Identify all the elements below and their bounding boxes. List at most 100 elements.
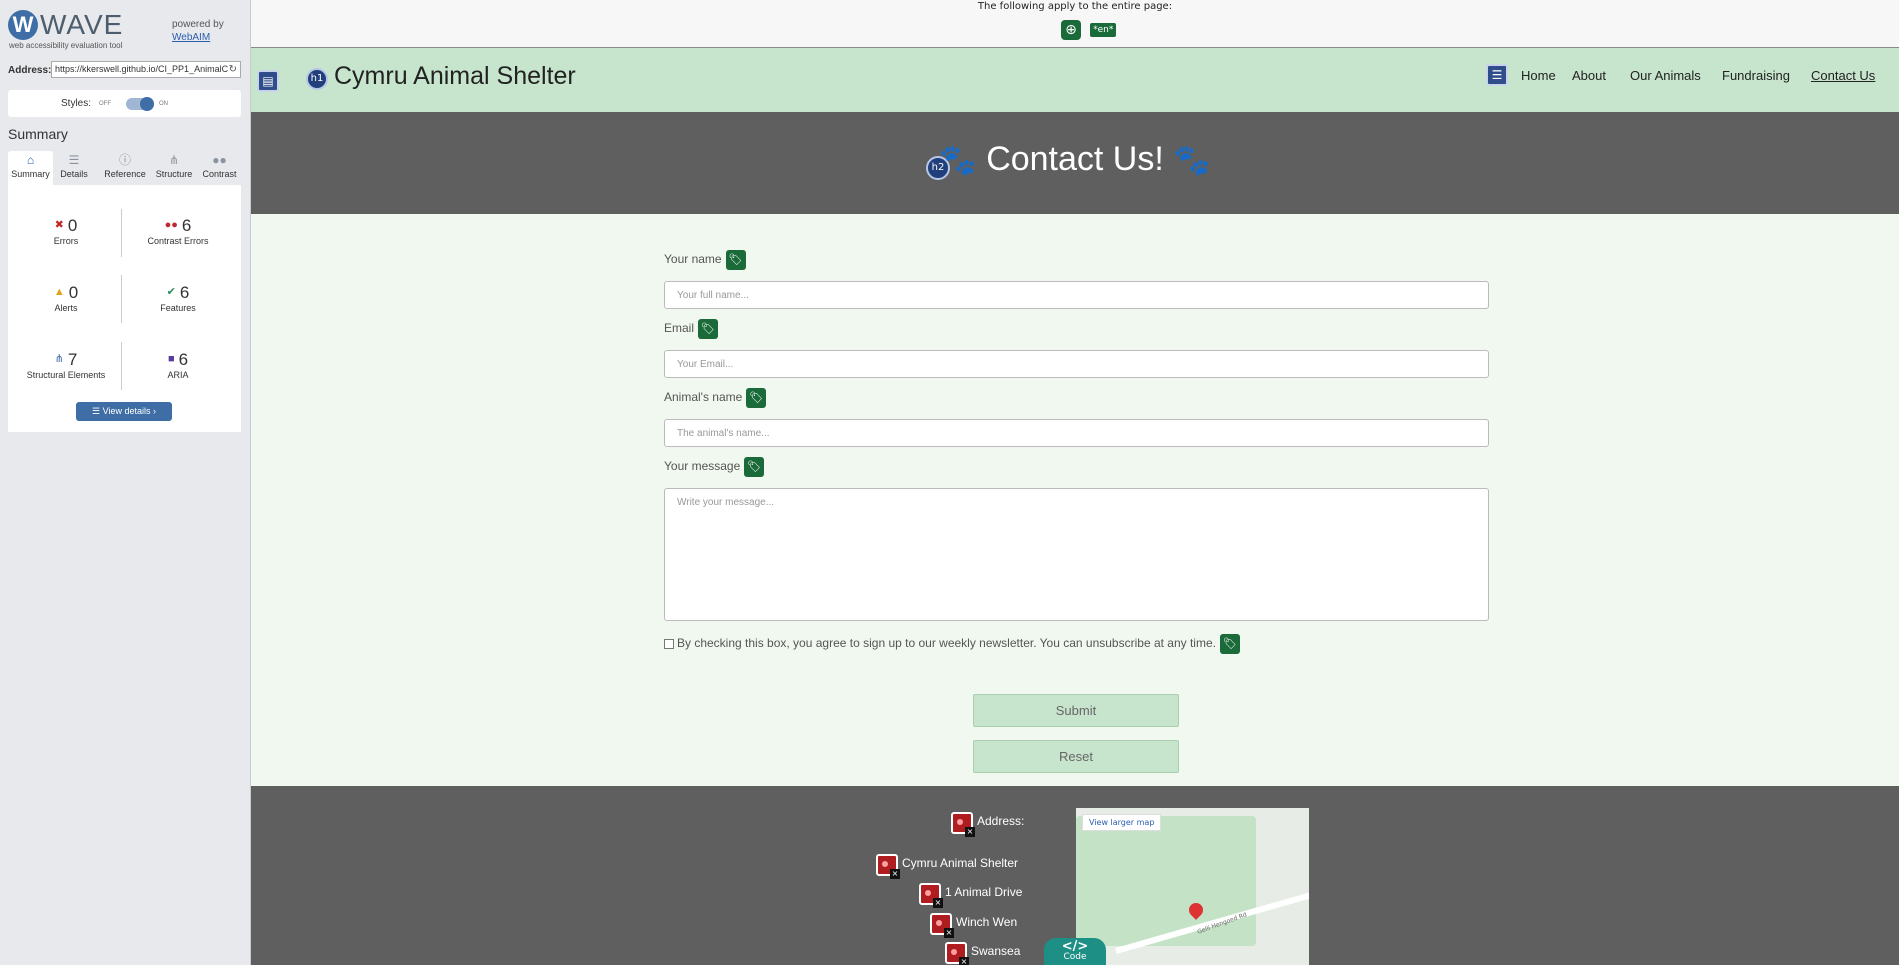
view-larger-map-link[interactable]: View larger map (1082, 814, 1162, 831)
alert-icon: ▲ (53, 286, 65, 298)
webaim-link[interactable]: WebAIM (172, 32, 210, 43)
aria-label: ARIA (167, 370, 189, 380)
newsletter-checkbox[interactable] (664, 639, 674, 649)
header-landmark-icon[interactable]: ▤ (257, 70, 279, 92)
summary-panel: ✖ 0 Errors ●● 6 Contrast Errors ▲ 0 Alerts … (8, 185, 241, 432)
contrast-error-icon[interactable] (930, 913, 954, 938)
nav-fundraising[interactable]: Fundraising (1722, 68, 1790, 83)
feature-check-icon: ✔ (166, 286, 176, 298)
contrast-errors-stat[interactable]: ●● 6 Contrast Errors (123, 215, 233, 246)
language-badge[interactable]: *en* (1090, 22, 1117, 37)
submit-button[interactable]: Submit (973, 694, 1179, 727)
hero-banner: h2 🐾 Contact Us! 🐾 (251, 112, 1899, 214)
message-textarea[interactable]: Write your message... (664, 488, 1489, 621)
tab-details[interactable]: ☰ Details (54, 151, 94, 185)
divider (121, 275, 122, 323)
toggle-knob (140, 97, 154, 111)
tab-summary[interactable]: ⌂ Summary (8, 151, 53, 185)
email-input[interactable]: Your Email... (664, 350, 1489, 378)
aria-count: 6 (178, 350, 189, 369)
wave-logo: W WAVE (8, 10, 123, 40)
footer-address-line: Cymru Animal Shelter (902, 856, 1019, 870)
label-tag-icon[interactable]: 🏷 (1219, 634, 1240, 654)
contrast-errors-label: Contrast Errors (147, 236, 209, 246)
contrast-error-icon[interactable] (951, 812, 975, 837)
errors-stat[interactable]: ✖ 0 Errors (11, 215, 121, 246)
contrast-error-icon[interactable] (919, 883, 943, 908)
label-tag-icon[interactable]: 🏷 (744, 457, 765, 477)
name-input[interactable]: Your full name... (664, 281, 1489, 309)
error-icon: ✖ (54, 219, 64, 231)
tab-reference-label: Reference (104, 169, 146, 179)
email-label: Email 🏷 (664, 319, 719, 339)
map-park-area (1076, 816, 1256, 946)
h1-heading-icon[interactable]: h1 (306, 68, 328, 90)
address-value: https://kkerswell.github.io/CI_PP1_Anima… (55, 64, 229, 74)
features-stat[interactable]: ✔ 6 Features (123, 282, 233, 313)
hero-heading: 🐾 Contact Us! 🐾 (251, 140, 1899, 179)
label-tag-icon[interactable]: 🏷 (725, 250, 746, 270)
styles-on-label: ON (159, 101, 168, 107)
newsletter-row: By checking this box, you agree to sign … (664, 634, 1240, 654)
tab-reference[interactable]: ⓘ Reference (102, 151, 148, 185)
tab-summary-label: Summary (11, 169, 50, 179)
wave-tabs: ⌂ Summary ☰ Details ⓘ Reference ⋔ Struct… (8, 151, 241, 185)
structural-label: Structural Elements (26, 370, 106, 380)
site-navbar: ▤ h1 Cymru Animal Shelter ☰ Home About O… (251, 48, 1899, 112)
page-icons: ⊕ *en* (1061, 19, 1117, 40)
structure-icon: ⋔ (168, 153, 180, 167)
nav-contact-us[interactable]: Contact Us (1811, 68, 1875, 83)
alerts-stat[interactable]: ▲ 0 Alerts (11, 282, 121, 313)
tab-contrast[interactable]: ●● Contrast (198, 151, 241, 185)
tab-structure[interactable]: ⋔ Structure (151, 151, 197, 185)
newsletter-label[interactable]: By checking this box, you agree to sign … (677, 636, 1216, 650)
embedded-map[interactable]: Gelli Hengoed Rd View larger map (1076, 808, 1309, 965)
nav-home[interactable]: Home (1521, 68, 1556, 83)
navigation-landmark-icon[interactable]: ☰ (1486, 64, 1508, 86)
styles-toggle-row: Styles: OFF ON (8, 90, 241, 117)
styles-off-label: OFF (99, 101, 111, 107)
view-details-button[interactable]: ☰ View details › (76, 402, 172, 421)
wave-logo-name: WAVE (40, 9, 124, 40)
nav-about[interactable]: About (1572, 68, 1606, 83)
refresh-icon[interactable]: ↻ (228, 62, 237, 77)
reset-button[interactable]: Reset (973, 740, 1179, 773)
label-tag-icon[interactable]: 🏷 (746, 388, 767, 408)
summary-heading: Summary (8, 126, 68, 142)
aria-stat[interactable]: ■ 6 ARIA (123, 349, 233, 380)
list-icon: ☰ (92, 406, 103, 416)
contrast-error-icon[interactable] (876, 854, 900, 879)
code-toggle-tab[interactable]: </> Code (1044, 938, 1106, 965)
alerts-label: Alerts (54, 303, 78, 313)
divider (121, 342, 122, 390)
address-input[interactable]: https://kkerswell.github.io/CI_PP1_Anima… (51, 61, 241, 78)
footer-address-line: Swansea (971, 944, 1021, 958)
tab-details-label: Details (60, 169, 88, 179)
features-count: 6 (179, 283, 190, 302)
label-tag-icon[interactable]: 🏷 (698, 319, 719, 339)
aria-cube-icon: ■ (167, 353, 175, 365)
nav-our-animals[interactable]: Our Animals (1630, 68, 1701, 83)
styles-toggle[interactable] (126, 97, 154, 111)
contrast-error-icon[interactable] (945, 942, 969, 965)
footer-address-line: 1 Animal Drive (945, 885, 1023, 899)
name-label: Your name 🏷 (664, 250, 746, 270)
styles-label: Styles: (61, 98, 92, 109)
animal-name-input[interactable]: The animal's name... (664, 419, 1489, 447)
code-label: Code (1063, 952, 1087, 962)
contrast-error-icon: ●● (164, 219, 178, 231)
structural-stat[interactable]: ⋔ 7 Structural Elements (11, 349, 121, 380)
features-label: Features (160, 303, 196, 313)
message-label-text: Your message (664, 459, 741, 474)
info-icon: ⓘ (118, 153, 131, 167)
wave-logo-icon: W (8, 10, 38, 40)
hero-title-text: Contact Us! (986, 140, 1164, 178)
tab-structure-label: Structure (155, 169, 193, 179)
paw-icon: 🐾 (939, 144, 977, 177)
footer-address-label: Address: (977, 814, 1025, 828)
code-icon: </> (1061, 939, 1089, 954)
globe-language-icon[interactable]: ⊕ (1061, 19, 1081, 40)
tab-contrast-label: Contrast (202, 169, 237, 179)
site-title[interactable]: Cymru Animal Shelter (334, 62, 576, 91)
errors-label: Errors (53, 236, 79, 246)
